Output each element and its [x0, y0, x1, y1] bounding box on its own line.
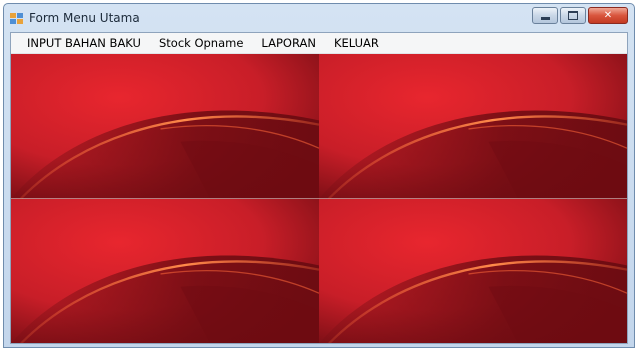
red-swoosh-graphic	[11, 54, 319, 199]
red-swoosh-graphic	[319, 54, 627, 199]
close-button[interactable]: ✕	[588, 7, 628, 24]
menu-item-stock-opname[interactable]: Stock Opname	[150, 33, 252, 53]
maximize-icon	[568, 11, 578, 20]
title-bar[interactable]: Form Menu Utama ✕	[4, 4, 634, 32]
background-tile	[319, 198, 627, 343]
background-image-area	[11, 54, 627, 343]
red-swoosh-graphic	[11, 198, 319, 343]
main-window: Form Menu Utama ✕ INPUT BAHAN BAKU Stock…	[3, 3, 635, 348]
background-tile	[11, 54, 319, 199]
red-swoosh-graphic	[319, 198, 627, 343]
minimize-icon	[540, 16, 550, 20]
window-controls: ✕	[532, 7, 628, 24]
client-area: INPUT BAHAN BAKU Stock Opname LAPORAN KE…	[10, 32, 628, 344]
menu-item-input-bahan-baku[interactable]: INPUT BAHAN BAKU	[11, 33, 150, 53]
background-tile	[11, 198, 319, 343]
menu-bar: INPUT BAHAN BAKU Stock Opname LAPORAN KE…	[11, 33, 627, 54]
form-icon[interactable]	[10, 12, 23, 24]
close-icon: ✕	[603, 10, 613, 21]
menu-item-keluar[interactable]: KELUAR	[325, 33, 388, 53]
maximize-button[interactable]	[560, 7, 586, 24]
menu-item-laporan[interactable]: LAPORAN	[252, 33, 325, 53]
background-tile	[319, 54, 627, 199]
window-title: Form Menu Utama	[29, 11, 140, 25]
minimize-button[interactable]	[532, 7, 558, 24]
